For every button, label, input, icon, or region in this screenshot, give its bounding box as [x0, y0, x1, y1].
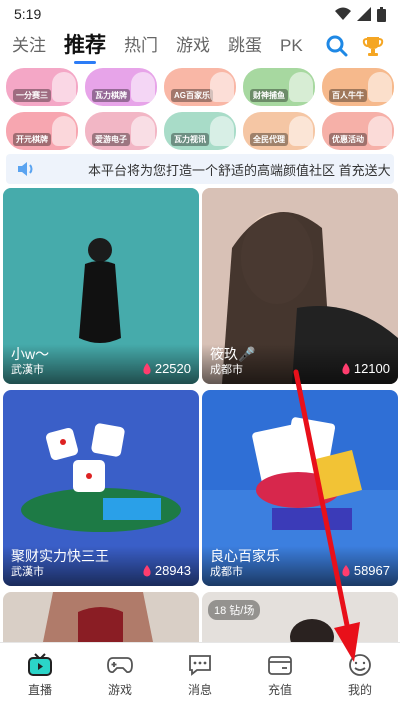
tab-pk[interactable]: PK — [280, 32, 303, 60]
card-city: 成都市 — [210, 566, 243, 578]
banner-label: 优惠活动 — [329, 133, 367, 146]
nav-label: 消息 — [187, 683, 212, 697]
card-city: 武漢市 — [11, 566, 44, 578]
banner-item[interactable]: 瓦力视讯 — [164, 112, 236, 150]
tv-icon — [28, 653, 52, 676]
nav-recharge[interactable]: 充值 — [240, 643, 320, 711]
top-tabs: 关注 推荐 热门 游戏 跳蛋 PK — [0, 30, 400, 64]
card-viewers: 28943 — [142, 563, 191, 578]
banner-art — [210, 72, 234, 102]
live-card[interactable] — [3, 592, 199, 642]
banner-label: 瓦力视讯 — [171, 133, 209, 146]
banner-art — [210, 116, 234, 146]
gamepad-icon — [107, 657, 133, 674]
banner-label: 开元棋牌 — [13, 133, 51, 146]
banner-art — [368, 72, 392, 102]
banner-item[interactable]: 一分赛三 — [6, 68, 78, 106]
banner-label: 全民代理 — [250, 133, 288, 146]
tab-toys[interactable]: 跳蛋 — [228, 32, 262, 60]
trophy-icon[interactable] — [362, 35, 384, 57]
live-card[interactable]: 筱玖🎤 成都市 12100 — [202, 188, 398, 384]
nav-games[interactable]: 游戏 — [80, 643, 160, 711]
nav-label: 直播 — [27, 683, 52, 697]
game-banners: 一分赛三 瓦力棋牌 AG百家乐 财神捕鱼 百人牛牛 开元棋牌 爱游电子 瓦力视讯… — [6, 68, 394, 150]
tab-games[interactable]: 游戏 — [176, 32, 210, 60]
card-viewers: 58967 — [341, 563, 390, 578]
banner-art — [131, 72, 155, 102]
wifi-icon — [335, 7, 351, 20]
battery-icon — [377, 6, 386, 22]
tab-icons — [326, 35, 400, 57]
viewer-count: 12100 — [353, 361, 390, 376]
banner-item[interactable]: 开元棋牌 — [6, 112, 78, 150]
bottom-nav: 直播 游戏 消息 充值 我的 — [0, 642, 400, 711]
nav-live[interactable]: 直播 — [0, 643, 80, 711]
banner-label: 财神捕鱼 — [250, 89, 288, 102]
card-thumbnail — [3, 592, 199, 642]
profile-icon — [349, 654, 371, 676]
search-icon[interactable] — [326, 35, 348, 57]
nav-label: 我的 — [347, 683, 372, 697]
banner-label: 百人牛牛 — [329, 89, 367, 102]
flame-icon — [342, 564, 350, 576]
tab-recommend[interactable]: 推荐 — [64, 32, 106, 64]
flame-icon — [342, 362, 350, 374]
banner-label: 爱游电子 — [92, 133, 130, 146]
flame-icon — [143, 564, 151, 576]
nav-messages[interactable]: 消息 — [160, 643, 240, 711]
notice-text: 本平台将为您打造一个舒适的高端颜值社区 首充送大 — [88, 162, 391, 178]
nav-profile[interactable]: 我的 — [320, 643, 400, 711]
banner-item[interactable]: 全民代理 — [243, 112, 315, 150]
live-card[interactable]: 良心百家乐 成都市 58967 — [202, 390, 398, 586]
banner-label: 一分赛三 — [13, 89, 51, 102]
banner-art — [368, 116, 392, 146]
speaker-icon — [18, 162, 33, 176]
banner-item[interactable]: 爱游电子 — [85, 112, 157, 150]
banner-art — [52, 116, 76, 146]
signal-icon — [357, 7, 371, 21]
status-time: 5:19 — [14, 6, 42, 22]
notice-bar[interactable]: 本平台将为您打造一个舒适的高端颜值社区 首充送大 — [6, 154, 394, 184]
card-viewers: 22520 — [142, 361, 191, 376]
card-viewers: 12100 — [341, 361, 390, 376]
banner-item[interactable]: 财神捕鱼 — [243, 68, 315, 106]
status-icons — [335, 6, 386, 22]
banner-art — [52, 72, 76, 102]
viewer-count: 58967 — [353, 563, 390, 578]
nav-label: 游戏 — [107, 683, 132, 697]
tab-hot[interactable]: 热门 — [124, 32, 158, 60]
card-city: 武漢市 — [11, 364, 44, 376]
banner-item[interactable]: 瓦力棋牌 — [85, 68, 157, 106]
tab-follow[interactable]: 关注 — [12, 32, 46, 60]
live-card[interactable]: 小w〜 武漢市 22520 — [3, 188, 199, 384]
banner-item[interactable]: AG百家乐 — [164, 68, 236, 106]
banner-label: AG百家乐 — [171, 89, 213, 102]
live-card[interactable]: 聚财实力快三王 武漢市 28943 — [3, 390, 199, 586]
banner-art — [131, 116, 155, 146]
banner-art — [289, 116, 313, 146]
banner-item[interactable]: 百人牛牛 — [322, 68, 394, 106]
status-bar: 5:19 — [0, 0, 400, 28]
flame-icon — [143, 362, 151, 374]
nav-label: 充值 — [267, 683, 292, 697]
banner-art — [289, 72, 313, 102]
live-card[interactable]: 18 钻/场 — [202, 592, 398, 642]
wallet-icon — [268, 656, 292, 675]
price-badge: 18 钻/场 — [208, 600, 261, 620]
banner-item[interactable]: 优惠活动 — [322, 112, 394, 150]
message-icon — [189, 655, 211, 676]
viewer-count: 28943 — [154, 563, 191, 578]
card-city: 成都市 — [210, 364, 243, 376]
viewer-count: 22520 — [154, 361, 191, 376]
banner-label: 瓦力棋牌 — [92, 89, 130, 102]
